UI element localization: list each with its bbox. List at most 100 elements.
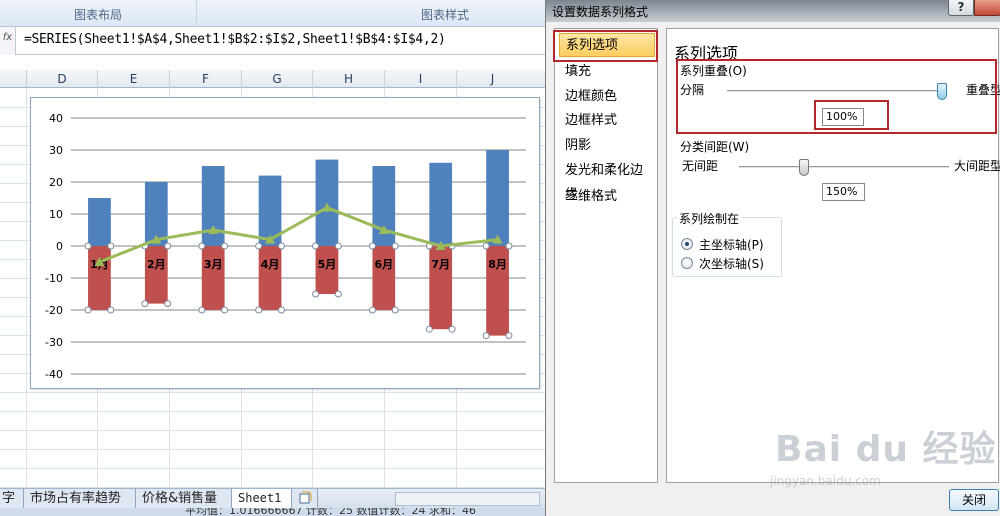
bar-series1[interactable] xyxy=(88,198,111,246)
sheet-tab-market-share[interactable]: 市场占有率趋势 xyxy=(24,489,136,508)
selection-handle xyxy=(334,242,342,250)
secondary-axis-label[interactable]: 次坐标轴(S) xyxy=(699,255,764,272)
primary-axis-radio[interactable] xyxy=(681,238,693,250)
nav-fill[interactable]: 填充 xyxy=(559,60,655,84)
bar-series2[interactable] xyxy=(144,246,168,304)
insert-sheet-icon[interactable] xyxy=(292,489,318,508)
ribbon-separator xyxy=(196,0,197,27)
selection-handle xyxy=(198,306,206,314)
sheet-tab-sheet1[interactable]: Sheet1 xyxy=(232,489,292,508)
gap-min-label: 无间距 xyxy=(682,159,719,173)
y-tick-label: -10 xyxy=(45,272,63,285)
nav-shadow[interactable]: 阴影 xyxy=(559,134,655,158)
selection-handle xyxy=(198,242,206,250)
bar-series2[interactable] xyxy=(88,246,111,310)
gridline-horizontal xyxy=(0,411,545,412)
x-category-label: 6月 xyxy=(374,258,393,271)
formula-input[interactable]: =SERIES(Sheet1!$A$4,Sheet1!$B$2:$I$2,She… xyxy=(24,32,446,47)
column-header-f[interactable]: F xyxy=(169,70,241,88)
ribbon: 图表布局 图表样式 xyxy=(0,0,545,27)
column-header-h[interactable]: H xyxy=(312,70,384,88)
bar-series1[interactable] xyxy=(486,150,509,246)
horizontal-scrollbar[interactable] xyxy=(395,492,540,506)
sheet-tab-price-sales[interactable]: 价格&销售量 xyxy=(136,489,232,508)
dialog-title-bar[interactable]: 设置数据系列格式 ? xyxy=(546,0,1000,22)
selection-handle xyxy=(141,300,149,308)
secondary-axis-radio[interactable] xyxy=(681,257,693,269)
selection-handle xyxy=(221,306,229,314)
gap-slider-track[interactable] xyxy=(739,166,949,168)
y-tick-label: 20 xyxy=(49,176,63,189)
bar-series2[interactable] xyxy=(258,246,282,310)
selection-handle xyxy=(505,332,513,340)
nav-3d-format[interactable]: 三维格式 xyxy=(559,185,655,209)
column-header-row: DEFGHIJ xyxy=(0,70,545,88)
status-summary: 平均值：1.016666667 计数：25 数值计数：24 求和：46 xyxy=(185,508,476,516)
selection-handle xyxy=(482,332,490,340)
chart-area[interactable]: 403020100-10-20-30-401月2月3月4月5月6月7月8月 xyxy=(30,97,540,389)
bar-series2[interactable] xyxy=(201,246,225,310)
y-tick-label: -20 xyxy=(45,304,63,317)
column-header-g[interactable]: G xyxy=(241,70,312,88)
column-header-d[interactable]: D xyxy=(26,70,97,88)
ribbon-group-chart-layout[interactable]: 图表布局 xyxy=(74,6,122,23)
highlight-nav-series-options xyxy=(553,30,658,62)
selection-handle xyxy=(164,300,172,308)
nav-border-style[interactable]: 边框样式 xyxy=(559,109,655,133)
selection-handle xyxy=(312,290,320,298)
column-header-e[interactable]: E xyxy=(97,70,169,88)
bar-series1[interactable] xyxy=(429,162,453,246)
selection-handle xyxy=(107,306,115,314)
primary-axis-label[interactable]: 主坐标轴(P) xyxy=(699,236,764,253)
selection-handle xyxy=(107,242,115,250)
selection-handle xyxy=(391,306,399,314)
ribbon-group-chart-style[interactable]: 图表样式 xyxy=(421,6,469,23)
bar-series2[interactable] xyxy=(372,246,396,310)
chart-svg: 403020100-10-20-30-401月2月3月4月5月6月7月8月 xyxy=(45,112,526,381)
x-category-label: 8月 xyxy=(488,258,507,271)
y-tick-label: -40 xyxy=(45,368,63,381)
nav-glow-soft-edges[interactable]: 发光和柔化边缘 xyxy=(559,159,655,202)
x-category-label: 7月 xyxy=(431,258,450,271)
gridline-horizontal xyxy=(0,449,545,450)
selection-handle xyxy=(255,242,263,250)
gap-slider-thumb[interactable] xyxy=(799,159,809,176)
selection-handle xyxy=(482,242,490,250)
y-tick-label: 30 xyxy=(49,144,63,157)
gap-value-input[interactable]: 150% xyxy=(822,183,865,201)
x-category-label: 5月 xyxy=(318,258,337,271)
y-tick-label: 10 xyxy=(49,208,63,221)
close-icon[interactable] xyxy=(974,0,1000,16)
selection-handle xyxy=(255,306,263,314)
sheet-tabs-bar: 字 市场占有率趋势 价格&销售量 Sheet1 xyxy=(0,488,545,508)
function-icon[interactable]: fx xyxy=(0,27,16,55)
nav-border-color[interactable]: 边框颜色 xyxy=(559,85,655,109)
gridline-horizontal xyxy=(0,392,545,393)
selection-handle xyxy=(164,242,172,250)
close-button[interactable]: 关闭 xyxy=(949,489,999,511)
y-tick-label: 40 xyxy=(49,112,63,125)
highlight-overlap-value xyxy=(814,100,889,130)
selection-handle xyxy=(448,325,456,333)
selection-handle xyxy=(221,242,229,250)
plot-series-on-group: 系列绘制在 主坐标轴(P) 次坐标轴(S) xyxy=(672,210,782,277)
column-header-i[interactable]: I xyxy=(384,70,456,88)
help-button[interactable]: ? xyxy=(948,0,974,16)
selection-handle xyxy=(368,242,376,250)
formula-bar: fx =SERIES(Sheet1!$A$4,Sheet1!$B$2:$I$2,… xyxy=(0,27,545,55)
status-bar: 平均值：1.016666667 计数：25 数值计数：24 求和：46 xyxy=(0,508,545,516)
selection-handle xyxy=(84,306,92,314)
sheet-tab-partial[interactable]: 字 xyxy=(0,489,24,508)
selection-handle xyxy=(312,242,320,250)
dialog-title: 设置数据系列格式 xyxy=(552,5,649,19)
category-list: 系列选项 填充 边框颜色 边框样式 阴影 发光和柔化边缘 三维格式 xyxy=(554,28,658,483)
x-category-label: 4月 xyxy=(261,258,280,271)
gap-width-label: 分类间距(W) xyxy=(678,138,752,155)
gridline-horizontal xyxy=(0,430,545,431)
selection-handle xyxy=(391,242,399,250)
watermark-url: jingyan.baidu.com xyxy=(770,474,881,488)
y-tick-label: 0 xyxy=(56,240,63,253)
selection-handle xyxy=(368,306,376,314)
column-header-j[interactable]: J xyxy=(456,70,528,88)
plot-series-on-label: 系列绘制在 xyxy=(677,210,742,227)
